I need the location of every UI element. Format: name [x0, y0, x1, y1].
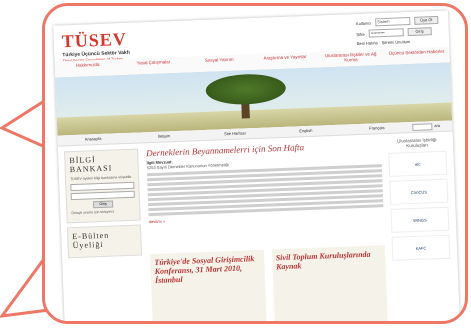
remember-checkbox[interactable]: Beni Hatırla: [357, 40, 378, 46]
subnav-contact[interactable]: İletişim: [128, 130, 199, 143]
knowledge-pass-input[interactable]: [70, 190, 135, 201]
news-tile[interactable]: Sivil Toplum Kuruluşlarında Kaynak: [271, 245, 388, 321]
knowledge-bank-box: BİLGİ BANKASI TÜSEV üyeleri bilgi bankas…: [64, 148, 141, 224]
callout-frame: TÜSEV Türkiye Üçüncü Sektör Vakfı Third …: [42, 3, 468, 324]
forgot-password-link[interactable]: Şifremi Unuttum: [382, 39, 411, 45]
website-screenshot: TÜSEV Türkiye Üçüncü Sektör Vakfı Third …: [53, 10, 460, 321]
news-tile-title: Sivil Toplum Kuruluşlarında Kaynak: [275, 249, 371, 272]
partner-logo-efc[interactable]: efc: [388, 150, 448, 177]
subnav-french[interactable]: Français: [341, 122, 412, 135]
ebulletin-title: E-Bülten Üyeliği: [72, 230, 110, 251]
knowledge-login-button[interactable]: Giriş: [92, 200, 114, 209]
password-label: Şifre: [356, 31, 365, 37]
partners-column: Uluslararası İşbirliği Kuruluşları efc C…: [388, 137, 451, 265]
username-input[interactable]: Sistem: [375, 16, 411, 27]
knowledge-detail-link[interactable]: Detaylı arama için tıklayınız: [71, 209, 135, 215]
search-button[interactable]: ara: [434, 121, 440, 131]
main-article: Derneklerin Beyannamelerri için Son Haft…: [146, 139, 384, 224]
knowledge-bank-desc: TÜSEV üyeleri bilgi bankasına erişebilir…: [70, 174, 133, 182]
username-label: Kullanıcı: [355, 19, 372, 26]
password-input[interactable]: ••••••••••: [368, 28, 404, 38]
partner-logo-wings[interactable]: WINGS: [390, 206, 450, 233]
ebulletin-box: E-Bülten Üyeliği: [66, 224, 143, 259]
subnav-english[interactable]: English: [270, 125, 341, 138]
knowledge-bank-title: BİLGİ BANKASI: [69, 155, 113, 175]
subnav-home[interactable]: Anasayfa: [57, 133, 128, 146]
left-column: BİLGİ BANKASI TÜSEV üyeleri bilgi bankas…: [64, 148, 143, 263]
partner-name: efc: [414, 161, 421, 167]
knowledge-user-input[interactable]: [70, 181, 135, 192]
login-panel: Kullanıcı Sistem Üye Ol Şifre ••••••••••…: [355, 15, 439, 49]
login-button[interactable]: Giriş: [407, 27, 432, 37]
partner-name: KAFC: [415, 245, 427, 251]
news-tile[interactable]: Türkiye'de Sosyal Girişimcilik Konferans…: [150, 249, 267, 321]
search-input[interactable]: [412, 123, 433, 131]
tree-crown: [205, 72, 287, 106]
logo-mark: TÜSEV: [61, 28, 128, 52]
news-tiles: Türkiye'de Sosyal Girişimcilik Konferans…: [150, 245, 388, 321]
partners-heading: Uluslararası İşbirliği Kuruluşları: [397, 137, 437, 149]
partner-name: CIVICUS: [410, 188, 428, 195]
partner-logo-kafc[interactable]: KAFC: [391, 234, 451, 261]
subnav-sitemap[interactable]: Site Haritası: [199, 127, 270, 140]
partner-logo-civicus[interactable]: CIVICUS: [389, 178, 449, 205]
signup-button[interactable]: Üye Ol: [414, 15, 439, 25]
partner-name: WINGS: [413, 217, 427, 223]
news-tile-title: Türkiye'de Sosyal Girişimcilik Konferans…: [154, 254, 255, 285]
